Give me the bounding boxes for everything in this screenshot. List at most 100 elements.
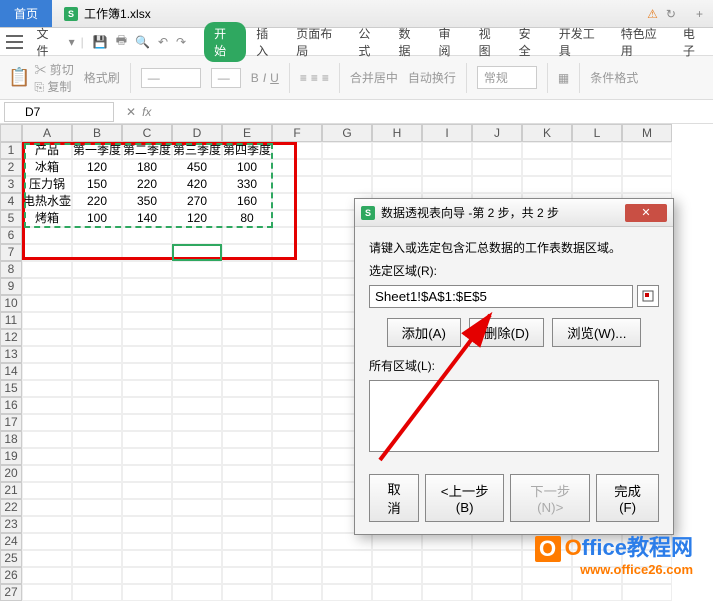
warning-icon[interactable]: ⚠: [647, 7, 658, 21]
cell[interactable]: [272, 210, 322, 227]
cell[interactable]: [172, 329, 222, 346]
row-header[interactable]: 6: [0, 227, 22, 244]
cell[interactable]: [222, 397, 272, 414]
cell[interactable]: [472, 142, 522, 159]
cell[interactable]: 压力锅: [22, 176, 72, 193]
cell[interactable]: [472, 567, 522, 584]
cell[interactable]: [72, 482, 122, 499]
cell[interactable]: 420: [172, 176, 222, 193]
cell[interactable]: [172, 499, 222, 516]
cell[interactable]: [272, 550, 322, 567]
cell[interactable]: [72, 550, 122, 567]
cell[interactable]: [72, 448, 122, 465]
cell[interactable]: [322, 533, 372, 550]
cell[interactable]: [72, 346, 122, 363]
cell[interactable]: [222, 278, 272, 295]
cell[interactable]: [422, 567, 472, 584]
align-right-icon[interactable]: ≡: [322, 71, 329, 85]
cell[interactable]: [122, 567, 172, 584]
range-picker-button[interactable]: [637, 285, 659, 307]
cell[interactable]: [622, 176, 672, 193]
name-box[interactable]: D7: [4, 102, 114, 122]
cell[interactable]: [222, 261, 272, 278]
row-col-icon[interactable]: ▦: [558, 71, 569, 85]
align-left-icon[interactable]: ≡: [300, 71, 307, 85]
menu-formula[interactable]: 公式: [350, 21, 388, 63]
cell[interactable]: 120: [172, 210, 222, 227]
menu-more[interactable]: 电子: [675, 21, 713, 63]
cell[interactable]: [72, 380, 122, 397]
cell[interactable]: [22, 227, 72, 244]
font-family-dropdown[interactable]: —: [141, 68, 201, 88]
cell[interactable]: [22, 516, 72, 533]
cell[interactable]: [122, 346, 172, 363]
number-format-dropdown[interactable]: 常规: [477, 66, 537, 89]
cell[interactable]: [222, 550, 272, 567]
row-header[interactable]: 7: [0, 244, 22, 261]
row-header[interactable]: 21: [0, 482, 22, 499]
cell[interactable]: [272, 261, 322, 278]
cell[interactable]: [22, 295, 72, 312]
cell[interactable]: [222, 448, 272, 465]
bold-button[interactable]: B: [251, 71, 259, 85]
cell[interactable]: [72, 414, 122, 431]
cell[interactable]: [222, 363, 272, 380]
select-all-corner[interactable]: [0, 124, 22, 142]
column-header[interactable]: D: [172, 124, 222, 142]
cell[interactable]: [22, 278, 72, 295]
cell[interactable]: 140: [122, 210, 172, 227]
row-header[interactable]: 2: [0, 159, 22, 176]
cell[interactable]: [272, 329, 322, 346]
cell[interactable]: [122, 448, 172, 465]
cell[interactable]: [622, 159, 672, 176]
print-icon[interactable]: 🖶: [116, 31, 127, 52]
menu-devtools[interactable]: 开发工具: [551, 21, 611, 63]
menu-pagelayout[interactable]: 页面布局: [288, 21, 348, 63]
menu-review[interactable]: 审阅: [431, 21, 469, 63]
cell[interactable]: [22, 397, 72, 414]
cell[interactable]: 450: [172, 159, 222, 176]
cell[interactable]: [72, 584, 122, 601]
cell[interactable]: [272, 499, 322, 516]
cell[interactable]: [172, 465, 222, 482]
cell[interactable]: [172, 244, 222, 261]
cell[interactable]: [572, 142, 622, 159]
row-header[interactable]: 19: [0, 448, 22, 465]
cell[interactable]: [22, 550, 72, 567]
menu-data[interactable]: 数据: [390, 21, 428, 63]
cell[interactable]: [122, 380, 172, 397]
cell[interactable]: [72, 227, 122, 244]
cell[interactable]: [622, 142, 672, 159]
cell[interactable]: [522, 142, 572, 159]
row-header[interactable]: 9: [0, 278, 22, 295]
cell[interactable]: 350: [122, 193, 172, 210]
column-header[interactable]: G: [322, 124, 372, 142]
cell[interactable]: [272, 533, 322, 550]
cell[interactable]: [172, 431, 222, 448]
cell[interactable]: 电热水壶: [22, 193, 72, 210]
cell[interactable]: 160: [222, 193, 272, 210]
cell[interactable]: [122, 482, 172, 499]
cell[interactable]: [272, 465, 322, 482]
cell[interactable]: [72, 516, 122, 533]
cell[interactable]: 220: [122, 176, 172, 193]
cell[interactable]: [322, 176, 372, 193]
cell[interactable]: [272, 295, 322, 312]
italic-button[interactable]: I: [263, 71, 266, 85]
cell[interactable]: [122, 363, 172, 380]
cell[interactable]: [172, 567, 222, 584]
cell[interactable]: [72, 431, 122, 448]
cell[interactable]: [472, 159, 522, 176]
cell[interactable]: [22, 482, 72, 499]
row-header[interactable]: 4: [0, 193, 22, 210]
cell[interactable]: [122, 499, 172, 516]
cell[interactable]: [272, 193, 322, 210]
cell[interactable]: [222, 499, 272, 516]
cell[interactable]: [422, 176, 472, 193]
cell[interactable]: [122, 516, 172, 533]
cell[interactable]: 第四季度: [222, 142, 272, 159]
cell[interactable]: [22, 346, 72, 363]
cell[interactable]: [72, 533, 122, 550]
browse-button[interactable]: 浏览(W)...: [552, 318, 641, 347]
back-button[interactable]: <上一步(B): [425, 474, 504, 522]
